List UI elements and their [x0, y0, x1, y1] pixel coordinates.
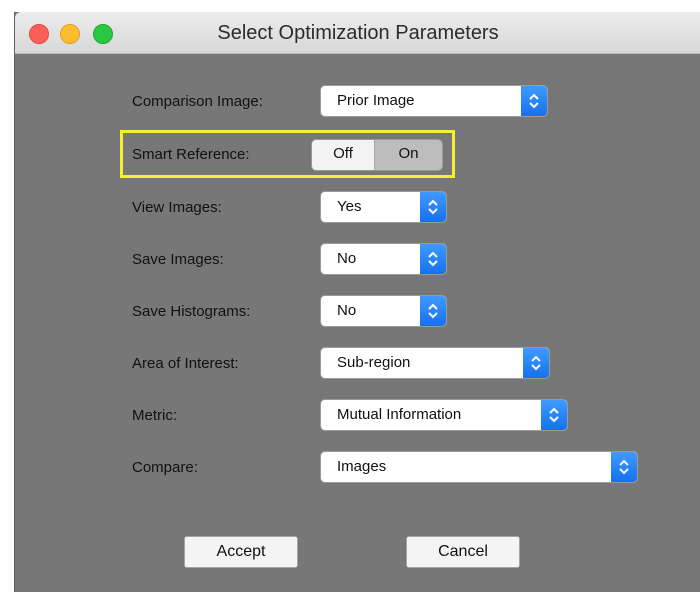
save-images-value: No: [337, 250, 357, 267]
updown-chevron-icon: [420, 296, 446, 326]
view-images-label: View Images:: [132, 199, 222, 216]
updown-chevron-icon: [420, 192, 446, 222]
view-images-value: Yes: [337, 198, 362, 215]
title-bar[interactable]: Select Optimization Parameters: [15, 12, 700, 54]
save-histograms-label: Save Histograms:: [132, 303, 251, 320]
comparison-image-value: Prior Image: [337, 92, 415, 109]
cancel-button[interactable]: Cancel: [406, 536, 520, 568]
view-images-select[interactable]: Yes: [321, 192, 446, 222]
metric-label: Metric:: [132, 407, 177, 424]
updown-chevron-icon: [541, 400, 567, 430]
area-of-interest-label: Area of Interest:: [132, 355, 239, 372]
compare-select[interactable]: Images: [321, 452, 637, 482]
updown-chevron-icon: [611, 452, 637, 482]
updown-chevron-icon: [420, 244, 446, 274]
area-of-interest-value: Sub-region: [337, 354, 411, 371]
area-of-interest-select[interactable]: Sub-region: [321, 348, 549, 378]
comparison-image-select[interactable]: Prior Image: [321, 86, 547, 116]
save-histograms-value: No: [337, 302, 357, 319]
accept-button[interactable]: Accept: [184, 536, 298, 568]
window-title: Select Optimization Parameters: [217, 22, 499, 44]
smart-reference-toggle[interactable]: Off On: [312, 140, 442, 170]
smart-reference-off[interactable]: Off: [312, 140, 375, 170]
compare-value: Images: [337, 458, 387, 475]
smart-reference-on[interactable]: On: [375, 140, 442, 170]
compare-label: Compare:: [132, 459, 198, 476]
smart-reference-label: Smart Reference:: [132, 146, 250, 163]
save-images-label: Save Images:: [132, 251, 224, 268]
updown-chevron-icon: [521, 86, 547, 116]
metric-value: Mutual Information: [337, 406, 462, 423]
save-histograms-select[interactable]: No: [321, 296, 446, 326]
updown-chevron-icon: [523, 348, 549, 378]
metric-select[interactable]: Mutual Information: [321, 400, 567, 430]
comparison-image-label: Comparison Image:: [132, 93, 263, 110]
save-images-select[interactable]: No: [321, 244, 446, 274]
dialog-window: Select Optimization Parameters Compariso…: [14, 12, 700, 592]
